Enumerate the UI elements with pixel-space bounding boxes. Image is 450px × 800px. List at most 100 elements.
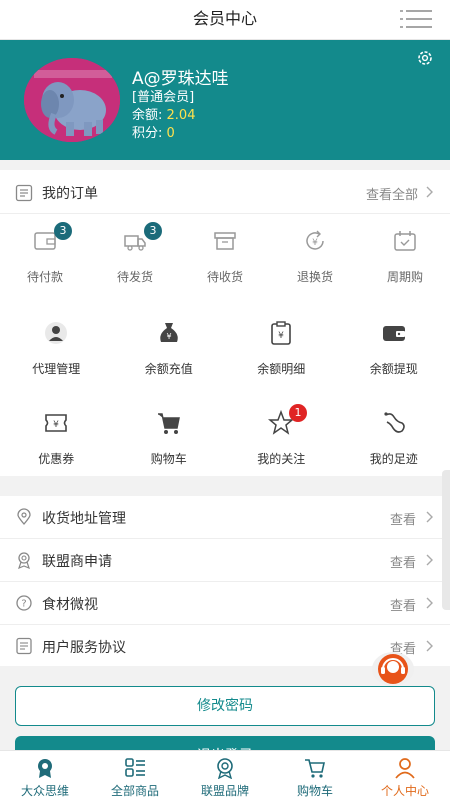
order-list-icon — [15, 184, 33, 202]
order-status-subscription[interactable]: 周期购 — [360, 228, 450, 288]
tab-label: 全部商品 — [110, 784, 159, 798]
withdraw-wallet-icon — [382, 326, 405, 341]
my-footprints[interactable]: 我的足迹 — [338, 410, 450, 470]
svg-text:?: ? — [21, 599, 26, 610]
pending-shipment-badge: 3 — [144, 222, 162, 240]
orders-card: 我的订单 查看全部 3 待付款 3 待发货 待收货 ¥ 退换货 周期购 代理管理… — [0, 170, 450, 476]
footprint-icon — [383, 412, 405, 433]
function-label: 我的足迹 — [369, 452, 418, 466]
list-item-address[interactable]: 收货地址管理 查看 — [0, 496, 450, 539]
badge-icon — [38, 759, 52, 778]
return-icon: ¥ — [306, 230, 324, 250]
profile-header: A@罗珠达哇 [普通会员] 余额: 2.04 积分: 0 — [0, 40, 450, 160]
view-link[interactable]: 查看 — [390, 552, 416, 571]
ribbon-icon — [217, 758, 233, 779]
coupons[interactable]: ¥ 优惠券 — [0, 410, 113, 470]
avatar[interactable] — [24, 58, 120, 142]
function-label: 余额提现 — [369, 362, 418, 376]
tab-alliance-brands[interactable]: 联盟品牌 — [180, 751, 270, 800]
settings-list: 收货地址管理 查看 联盟商申请 查看 ? 食材微视 查看 用户服务协议 查看 — [0, 496, 450, 666]
points: 积分: 0 — [132, 122, 175, 141]
svg-text:¥: ¥ — [312, 238, 318, 248]
order-status-label: 待付款 — [26, 270, 63, 284]
box-icon — [214, 232, 236, 250]
tab-label: 个人中心 — [380, 784, 429, 798]
tab-label: 大众思维 — [20, 784, 69, 798]
agent-icon — [45, 322, 67, 344]
tab-label: 联盟品牌 — [200, 784, 249, 798]
list-item-label: 用户服务协议 — [42, 640, 126, 656]
chevron-right-icon — [426, 554, 433, 566]
cart-icon — [305, 759, 325, 778]
order-status-label: 待收货 — [206, 270, 243, 284]
orders-header[interactable]: 我的订单 查看全部 — [0, 170, 450, 214]
svg-text:¥: ¥ — [166, 332, 171, 341]
help-icon: ? — [16, 595, 32, 611]
medal-icon — [18, 552, 30, 569]
moneybag-icon: ¥ — [159, 323, 178, 342]
order-status-label: 周期购 — [386, 270, 423, 284]
tab-cart[interactable]: 购物车 — [270, 751, 360, 800]
chevron-right-icon — [426, 186, 433, 198]
tab-profile[interactable]: 个人中心 — [360, 751, 450, 800]
coupon-icon: ¥ — [45, 414, 67, 432]
grid-list-icon — [125, 758, 145, 777]
view-link[interactable]: 查看 — [390, 509, 416, 528]
pending-payment-badge: 3 — [54, 222, 72, 240]
menu-icon[interactable] — [400, 9, 432, 29]
chevron-right-icon — [426, 640, 433, 652]
balance: 余额: 2.04 — [132, 104, 195, 123]
favorites-badge: 1 — [289, 404, 307, 422]
chevron-right-icon — [426, 511, 433, 523]
balance-details[interactable]: ¥ 余额明细 — [225, 320, 338, 380]
my-favorites[interactable]: 1 我的关注 — [225, 404, 338, 470]
tab-home[interactable]: 大众思维 — [0, 751, 90, 800]
location-icon — [17, 508, 31, 525]
points-value: 0 — [166, 126, 175, 141]
calendar-icon — [394, 231, 416, 251]
points-label: 积分: — [132, 126, 163, 141]
page-title: 会员中心 — [192, 9, 257, 28]
list-item-label: 联盟商申请 — [42, 554, 112, 570]
order-status-pending-receipt[interactable]: 待收货 — [180, 228, 270, 288]
member-level: [普通会员] — [132, 90, 195, 105]
balance-label: 余额: — [132, 108, 163, 123]
document-icon — [16, 637, 32, 655]
order-status-label: 待发货 — [116, 270, 153, 284]
chevron-right-icon — [426, 597, 433, 609]
top-bar: 会员中心 — [0, 0, 450, 40]
function-label: 购物车 — [150, 452, 187, 466]
balance-withdraw[interactable]: 余额提现 — [338, 320, 450, 380]
person-icon — [395, 758, 415, 779]
list-item-label: 食材微视 — [42, 597, 98, 613]
tab-label: 购物车 — [296, 784, 333, 798]
order-status-row: 3 待付款 3 待发货 待收货 ¥ 退换货 周期购 — [0, 222, 450, 288]
shopping-cart[interactable]: 购物车 — [113, 410, 226, 470]
agent-management[interactable]: 代理管理 — [0, 320, 113, 380]
settings-gear-icon[interactable] — [416, 49, 434, 67]
list-item-alliance[interactable]: 联盟商申请 查看 — [0, 539, 450, 582]
view-link[interactable]: 查看 — [390, 595, 416, 614]
ledger-icon: ¥ — [271, 321, 291, 345]
svg-text:¥: ¥ — [53, 420, 59, 430]
order-status-returns[interactable]: ¥ 退换货 — [270, 228, 360, 288]
orders-title: 我的订单 — [42, 186, 98, 202]
order-status-pending-shipment[interactable]: 3 待发货 — [90, 222, 180, 288]
customer-service-button[interactable] — [372, 652, 414, 686]
balance-recharge[interactable]: ¥ 余额充值 — [113, 320, 226, 380]
scrollbar[interactable] — [442, 470, 450, 610]
function-label: 优惠券 — [38, 452, 75, 466]
bottom-tab-bar: 大众思维 全部商品 联盟品牌 购物车 个人中心 — [0, 750, 450, 800]
change-password-button[interactable]: 修改密码 — [15, 686, 435, 726]
function-label: 代理管理 — [32, 362, 81, 376]
view-all-orders-link[interactable]: 查看全部 — [366, 184, 418, 203]
function-label: 余额充值 — [144, 362, 193, 376]
svg-text:¥: ¥ — [278, 331, 284, 341]
list-item-label: 收货地址管理 — [42, 511, 126, 527]
function-label: 余额明细 — [257, 362, 306, 376]
list-item-food-video[interactable]: ? 食材微视 查看 — [0, 582, 450, 625]
order-status-pending-payment[interactable]: 3 待付款 — [0, 222, 90, 288]
headset-icon — [378, 654, 408, 684]
functions-row-2: ¥ 优惠券 购物车 1 我的关注 我的足迹 — [0, 404, 450, 470]
tab-all-products[interactable]: 全部商品 — [90, 751, 180, 800]
